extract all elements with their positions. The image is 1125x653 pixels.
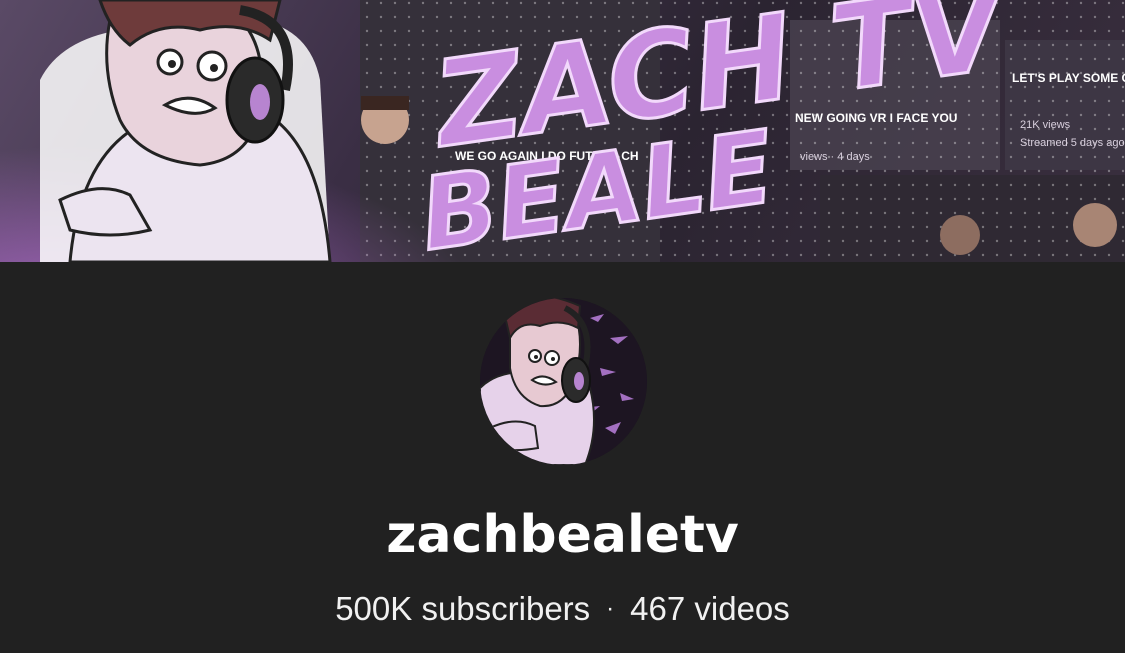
thumb-meta-1: 21K views <box>1020 119 1071 131</box>
channel-stats: 500K subscribers · 467 videos <box>0 587 1125 631</box>
channel-name: zachbealetv <box>386 505 739 565</box>
thumb-meta-3: views · 4 days <box>800 151 870 163</box>
banner-artwork: LET'S PLAY SOME GAMES LIVE!!! 21K views … <box>0 0 1125 262</box>
cartoon-character-illustration <box>40 0 332 262</box>
stats-separator: · <box>606 595 615 622</box>
video-count[interactable]: 467 videos <box>630 590 790 627</box>
channel-header-page: LET'S PLAY SOME GAMES LIVE!!! 21K views … <box>0 0 1125 653</box>
subscriber-count: 500K subscribers <box>335 590 591 627</box>
thumb-title-1: LET'S PLAY SOME GAMES LIVE!!! <box>1012 71 1125 85</box>
thumb-meta-2: Streamed 5 days ago <box>1020 137 1125 149</box>
channel-banner: LET'S PLAY SOME GAMES LIVE!!! 21K views … <box>0 0 1125 262</box>
channel-avatar[interactable] <box>480 298 647 465</box>
cartoon-face-avatar-icon <box>480 298 647 465</box>
